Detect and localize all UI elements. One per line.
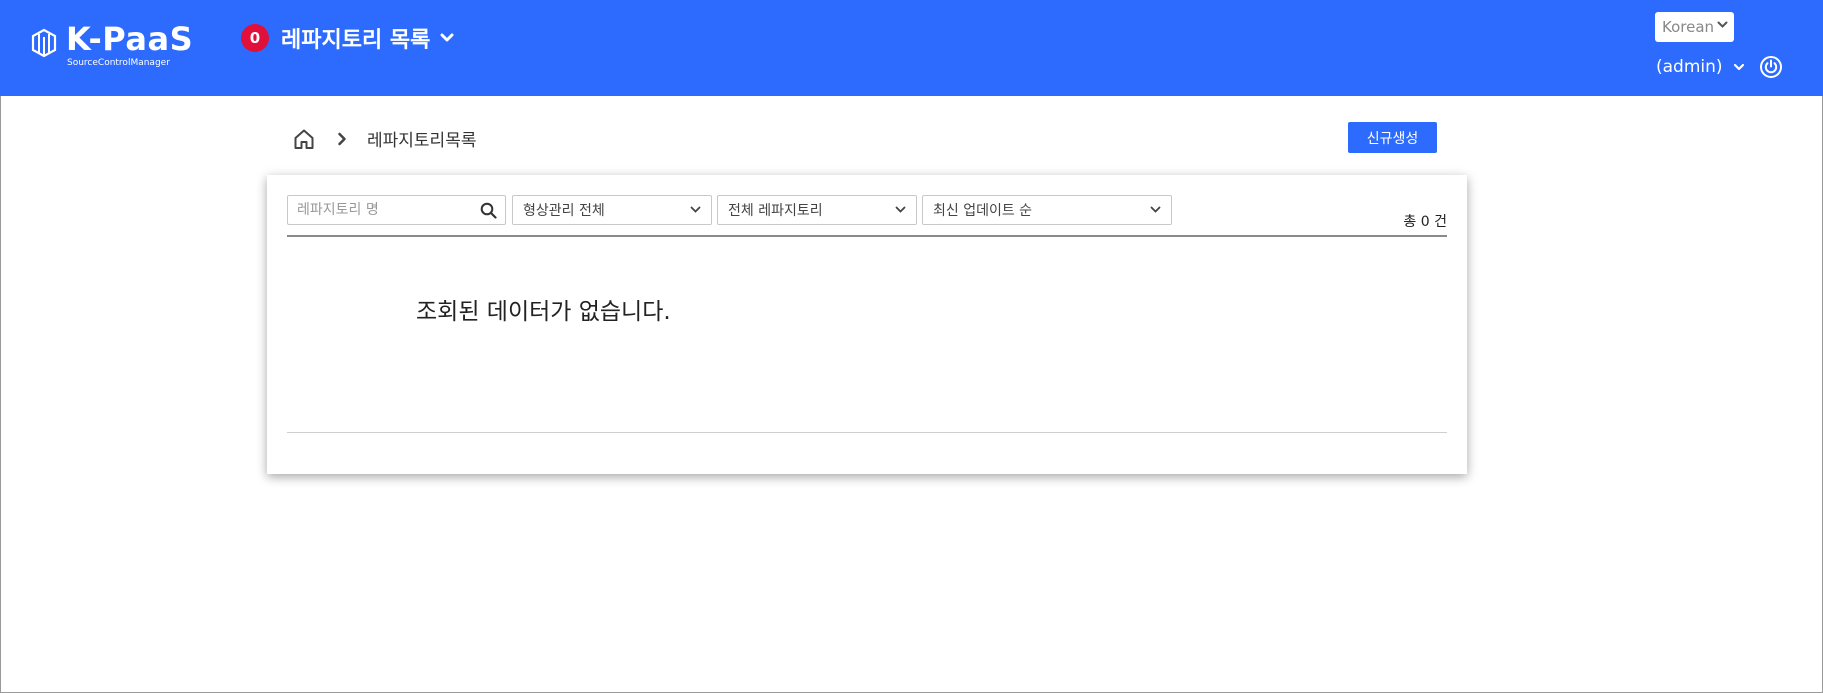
home-icon[interactable] <box>293 128 315 150</box>
scm-type-value: 형상관리 전체 <box>523 203 605 219</box>
user-name: (admin) <box>1656 57 1723 77</box>
chevron-down-icon <box>895 206 906 213</box>
language-value: Korean <box>1662 18 1715 36</box>
chevron-down-icon <box>690 206 701 213</box>
notification-badge: 0 <box>241 24 269 52</box>
chevron-right-icon <box>338 132 346 145</box>
list-footer-divider <box>287 432 1447 433</box>
sort-order-select[interactable]: 최신 업데이트 순 <box>922 195 1172 225</box>
empty-list-message: 조회된 데이터가 없습니다. <box>416 299 671 325</box>
logo-cube-icon <box>31 28 57 58</box>
repository-scope-value: 전체 레파지토리 <box>728 203 823 219</box>
logo-subtitle: SourceControlManager <box>67 58 170 68</box>
page-menu-title: 레파지토리 목록 <box>281 28 431 53</box>
total-count: 총 0 건 <box>1403 214 1447 230</box>
scm-type-select[interactable]: 형상관리 전체 <box>512 195 712 225</box>
chevron-down-icon <box>1150 206 1161 213</box>
repository-scope-select[interactable]: 전체 레파지토리 <box>717 195 917 225</box>
user-menu[interactable]: (admin) <box>1656 55 1783 79</box>
page-menu-dropdown[interactable]: 0 레파지토리 목록 <box>241 21 454 55</box>
breadcrumb: 레파지토리목록 <box>293 126 476 151</box>
list-header-divider <box>287 235 1447 237</box>
chevron-down-icon <box>1733 63 1744 71</box>
breadcrumb-current: 레파지토리목록 <box>367 131 477 151</box>
repository-search-box <box>287 195 506 225</box>
chevron-down-icon <box>440 33 454 42</box>
language-select[interactable]: Korean <box>1655 12 1734 42</box>
repository-list-panel: 형상관리 전체 전체 레파지토리 최신 업데이트 순 총 0 건 조회된 데이터… <box>267 175 1467 474</box>
chevron-down-icon <box>1717 21 1728 28</box>
logo-text: K-PaaS <box>66 20 194 58</box>
repository-search-input[interactable] <box>288 196 477 224</box>
sort-order-value: 최신 업데이트 순 <box>933 203 1033 219</box>
search-icon[interactable] <box>480 202 497 219</box>
top-navigation-bar: K-PaaS SourceControlManager 0 레파지토리 목록 K… <box>0 0 1823 96</box>
new-repository-button[interactable]: 신규생성 <box>1348 122 1437 153</box>
power-icon[interactable] <box>1759 55 1783 79</box>
